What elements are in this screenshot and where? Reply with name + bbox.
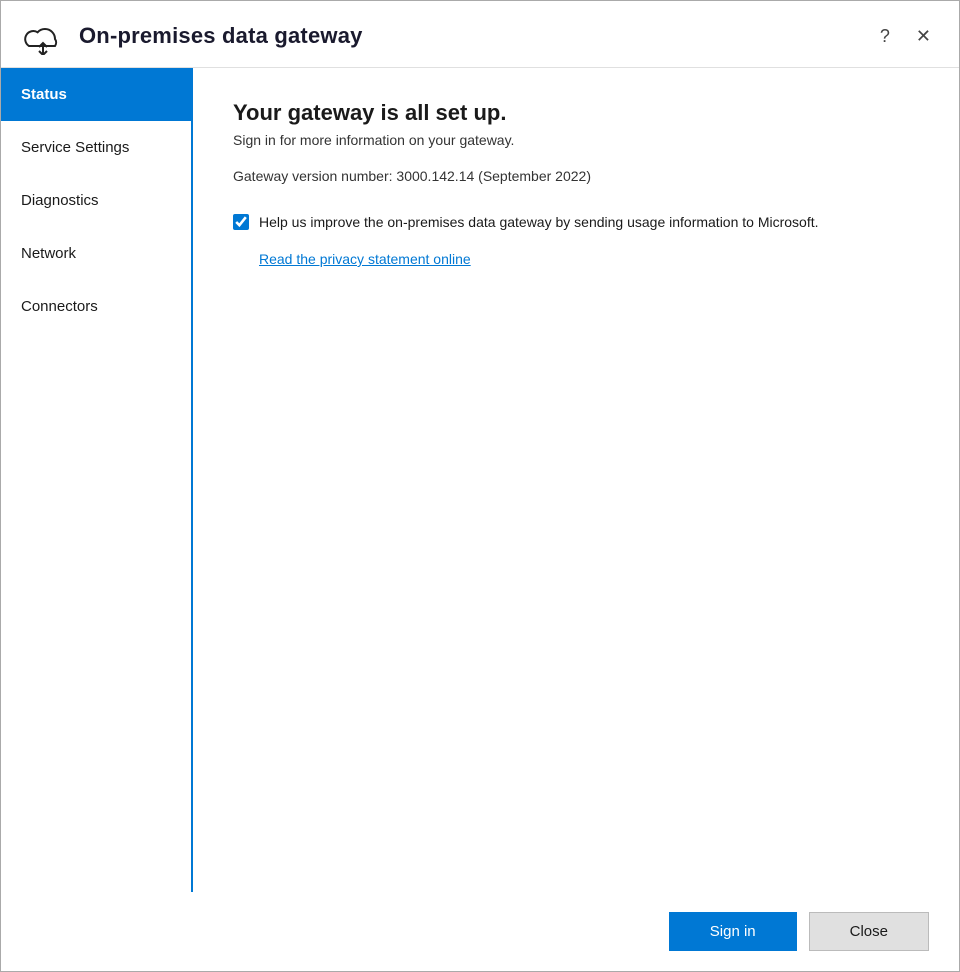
sidebar-item-status[interactable]: Status xyxy=(1,68,191,121)
usage-checkbox-area: Help us improve the on-premises data gat… xyxy=(233,212,919,235)
title-bar-left: On-premises data gateway xyxy=(21,17,872,55)
help-button[interactable]: ? xyxy=(872,23,898,49)
version-text: Gateway version number: 3000.142.14 (Sep… xyxy=(233,168,919,184)
sidebar-item-network[interactable]: Network xyxy=(1,227,191,280)
close-window-button[interactable]: ✕ xyxy=(908,23,939,49)
title-bar: On-premises data gateway ? ✕ xyxy=(1,1,959,68)
usage-checkbox[interactable] xyxy=(233,214,249,230)
sidebar-item-diagnostics[interactable]: Diagnostics xyxy=(1,174,191,227)
footer: Sign in Close xyxy=(1,892,959,971)
usage-checkbox-wrapper[interactable] xyxy=(233,214,249,235)
title-bar-controls: ? ✕ xyxy=(872,23,939,49)
main-content: Status Service Settings Diagnostics Netw… xyxy=(1,68,959,892)
privacy-link[interactable]: Read the privacy statement online xyxy=(259,251,919,267)
main-window: On-premises data gateway ? ✕ Status Serv… xyxy=(0,0,960,972)
window-title: On-premises data gateway xyxy=(79,23,363,49)
sidebar-item-service-settings[interactable]: Service Settings xyxy=(1,121,191,174)
sidebar: Status Service Settings Diagnostics Netw… xyxy=(1,68,193,892)
content-panel: Your gateway is all set up. Sign in for … xyxy=(193,68,959,892)
status-subtitle: Sign in for more information on your gat… xyxy=(233,132,919,148)
status-title: Your gateway is all set up. xyxy=(233,100,919,126)
cloud-gateway-icon xyxy=(21,17,65,55)
sidebar-item-connectors[interactable]: Connectors xyxy=(1,280,191,333)
usage-checkbox-label[interactable]: Help us improve the on-premises data gat… xyxy=(259,212,819,233)
sign-in-button[interactable]: Sign in xyxy=(669,912,797,951)
close-button[interactable]: Close xyxy=(809,912,929,951)
content-spacer xyxy=(233,267,919,860)
